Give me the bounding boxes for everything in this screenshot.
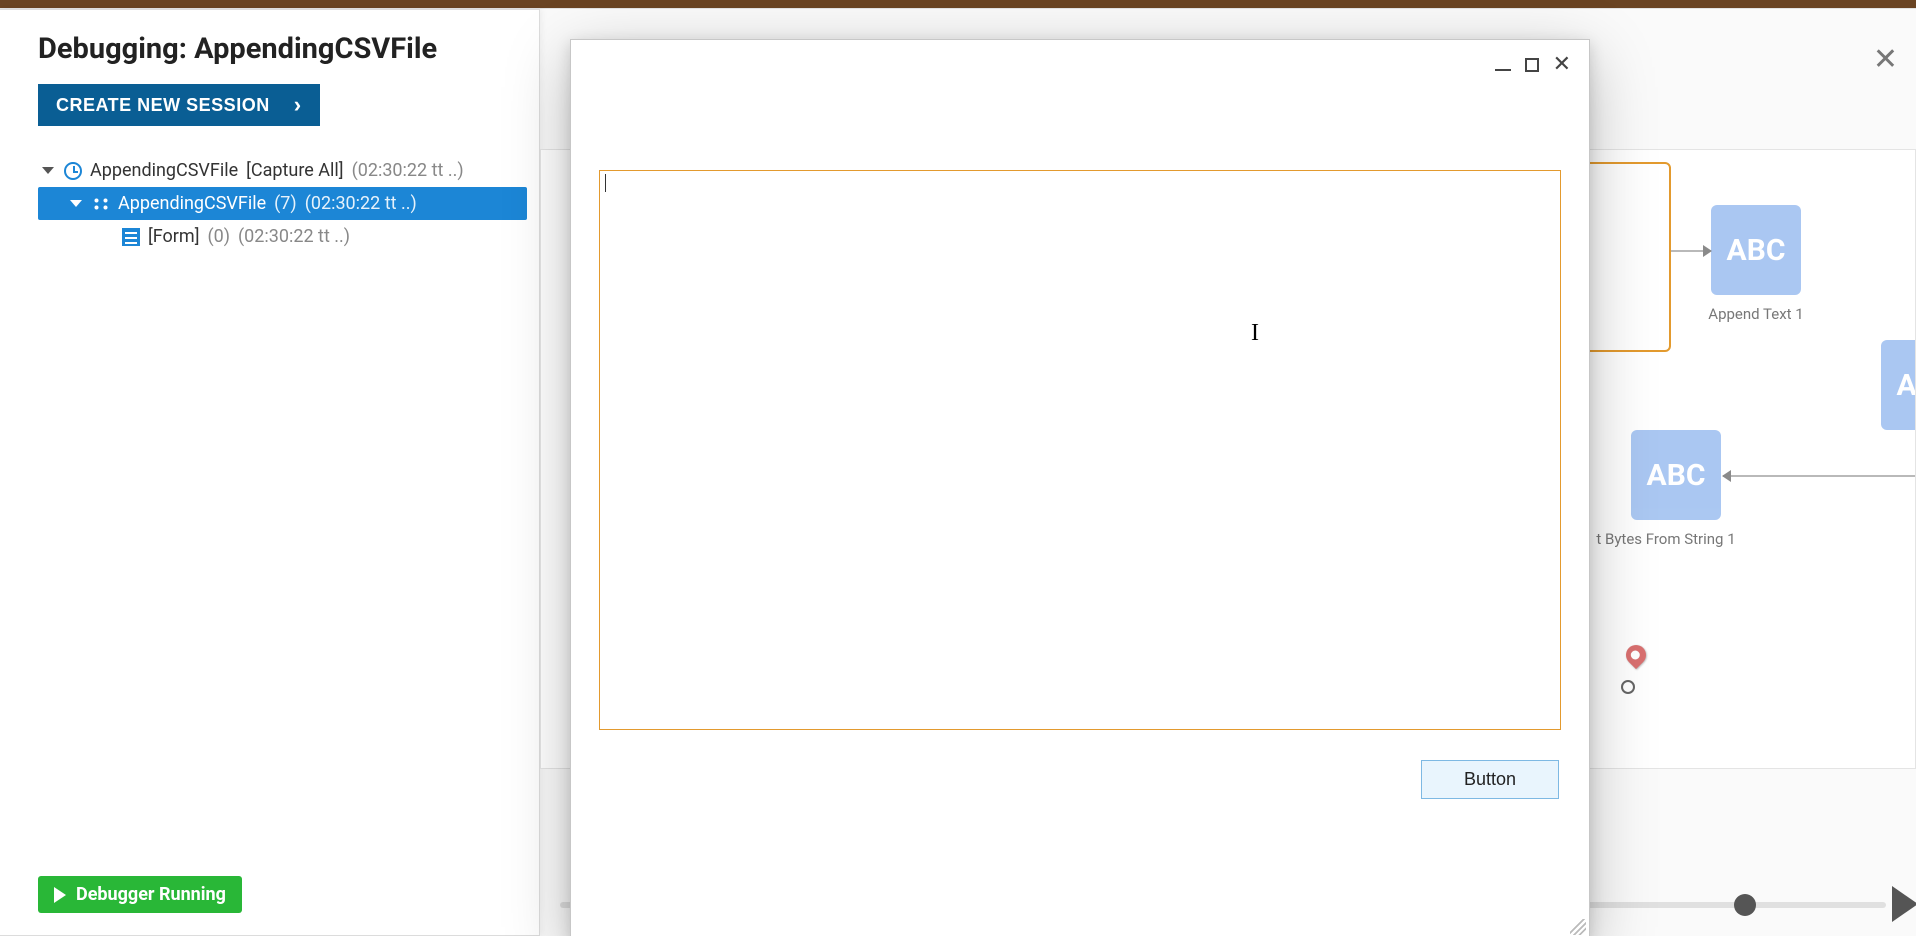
node-abc-label: ABC [1897,368,1916,403]
app-top-stripe [0,0,1916,8]
dialog-titlebar[interactable]: ✕ [571,40,1589,76]
page-title: Debugging: AppendingCSVFile [38,32,527,66]
tree-session-time: (02:30:22 tt ..) [352,160,464,181]
breakpoint-base-icon [1621,680,1635,694]
node-to-text[interactable]: ABC [1881,340,1916,430]
node-get-bytes-label: t Bytes From String 1 [1586,530,1746,548]
maximize-icon[interactable] [1525,58,1539,72]
node-to-text-label: To Te [1861,440,1916,458]
text-caret [605,174,606,192]
debug-sessions-panel: Debugging: AppendingCSVFile CREATE NEW S… [0,9,540,936]
tree-session-mode: [Capture All] [246,160,343,181]
tree-form-row[interactable]: [Form] (0) (02:30:22 tt ..) [38,220,527,253]
tree-form-count: (0) [207,226,230,247]
breakpoint-pin-icon[interactable] [1622,641,1650,669]
timeline-handle[interactable] [1734,894,1756,916]
caret-down-icon [70,200,82,207]
page-root: Debugging: AppendingCSVFile CREATE NEW S… [0,8,1916,936]
tree-flow-count: (7) [274,193,297,214]
close-icon[interactable]: ✕ [1553,54,1571,76]
tree-flow-row[interactable]: AppendingCSVFile (7) (02:30:22 tt ..) [38,187,527,220]
tree-form-name: [Form] [148,226,199,247]
flow-arrow [1723,475,1916,477]
form-preview-dialog: ✕ Button I [570,39,1590,936]
resize-grip-icon[interactable] [1570,919,1586,935]
caret-down-icon [42,167,54,174]
create-new-session-button[interactable]: CREATE NEW SESSION › [38,84,320,126]
tree-session-row[interactable]: AppendingCSVFile [Capture All] (02:30:22… [38,154,527,187]
session-tree: AppendingCSVFile [Capture All] (02:30:22… [38,154,527,253]
tree-form-time: (02:30:22 tt ..) [238,226,350,247]
node-append-text-label: Append Text 1 [1676,305,1836,323]
debugger-status-label: Debugger Running [76,884,226,905]
close-icon[interactable]: ✕ [1873,45,1898,75]
timeline-play-button[interactable] [1892,886,1916,922]
title-name: AppendingCSVFile [194,32,437,66]
tree-session-name: AppendingCSVFile [90,160,238,181]
node-get-bytes[interactable]: ABC [1631,430,1721,520]
node-abc-label: ABC [1647,458,1706,493]
form-icon [122,228,140,246]
tree-flow-time: (02:30:22 tt ..) [305,193,417,214]
form-text-area[interactable] [599,170,1561,730]
clock-icon [64,162,82,180]
debugger-status-badge[interactable]: Debugger Running [38,876,242,913]
form-submit-button[interactable]: Button [1421,760,1559,799]
tree-flow-name: AppendingCSVFile [118,193,266,214]
node-abc-label: ABC [1727,233,1786,268]
title-prefix: Debugging: [38,32,194,66]
play-icon [54,887,66,903]
create-new-session-label: CREATE NEW SESSION [56,95,270,116]
flow-arrow [1671,250,1711,252]
chevron-right-icon: › [294,94,302,116]
flow-icon [92,197,110,211]
node-append-text[interactable]: ABC [1711,205,1801,295]
minimize-icon[interactable] [1495,59,1511,71]
